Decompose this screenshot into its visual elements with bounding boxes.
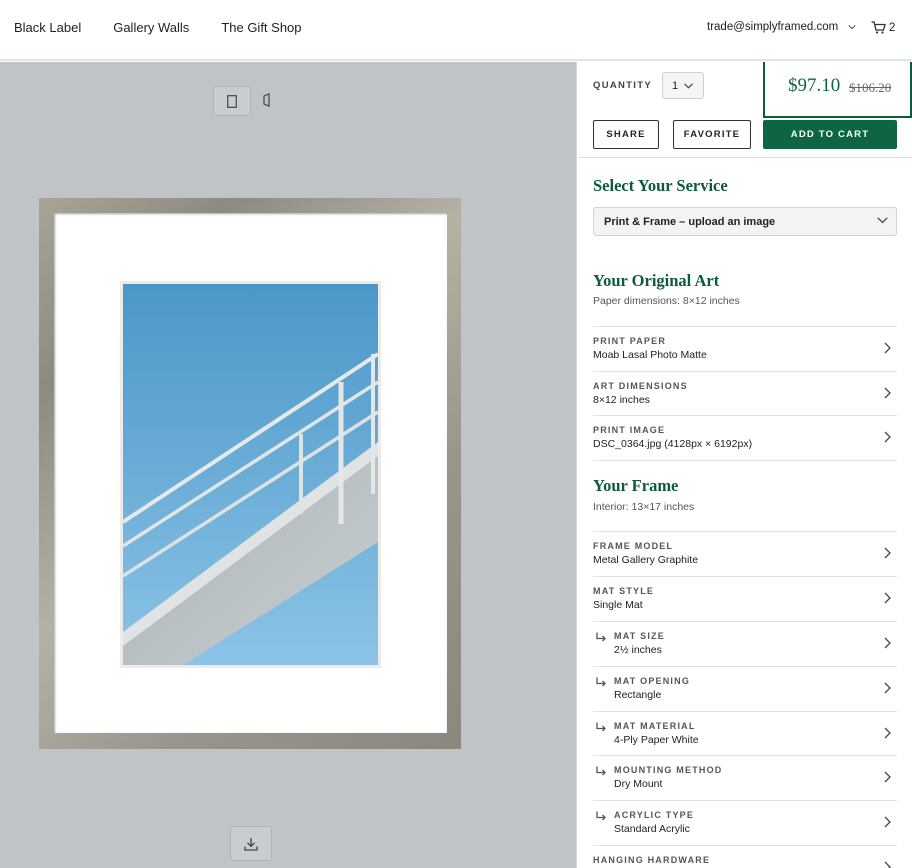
option-value: Single Mat bbox=[593, 599, 643, 611]
option-value: 8×12 inches bbox=[593, 394, 650, 406]
option-label: ACRYLIC TYPE bbox=[614, 810, 695, 820]
account-menu[interactable]: trade@simplyframed.com bbox=[707, 21, 856, 33]
chevron-right-icon bbox=[884, 547, 891, 559]
picture-frame bbox=[39, 198, 461, 749]
option-value: DSC_0364.jpg (4128px × 6192px) bbox=[593, 438, 753, 450]
option-art-dimensions[interactable]: ART DIMENSIONS 8×12 inches bbox=[593, 371, 897, 416]
option-label: ART DIMENSIONS bbox=[593, 381, 688, 391]
cart-count: 2 bbox=[889, 21, 896, 34]
option-print-paper[interactable]: PRINT PAPER Moab Lasal Photo Matte bbox=[593, 326, 897, 371]
option-mounting-method[interactable]: MOUNTING METHOD Dry Mount bbox=[593, 755, 897, 800]
option-value: Dry Mount bbox=[614, 778, 663, 790]
option-label: PRINT IMAGE bbox=[593, 425, 666, 435]
option-value: 2½ inches bbox=[614, 644, 662, 656]
option-mat-material[interactable]: MAT MATERIAL 4-Ply Paper White bbox=[593, 711, 897, 756]
download-preview-button[interactable] bbox=[230, 826, 272, 861]
original-price: $106.20 bbox=[849, 80, 892, 95]
option-print-image[interactable]: PRINT IMAGE DSC_0364.jpg (4128px × 6192p… bbox=[593, 415, 897, 460]
chevron-down-icon bbox=[684, 82, 694, 89]
option-label: FRAME MODEL bbox=[593, 541, 674, 551]
quantity-value: 1 bbox=[672, 79, 679, 92]
sub-option-arrow-icon bbox=[596, 811, 606, 821]
sub-option-arrow-icon bbox=[596, 632, 606, 642]
option-value: Moab Lasal Photo Matte bbox=[593, 349, 707, 361]
original-art-subtitle: Paper dimensions: 8×12 inches bbox=[593, 295, 740, 307]
sub-option-arrow-icon bbox=[596, 766, 606, 776]
side-view-icon bbox=[263, 92, 270, 108]
nav-link-gift-shop[interactable]: The Gift Shop bbox=[221, 20, 301, 35]
chevron-right-icon bbox=[884, 861, 891, 868]
option-label: MAT MATERIAL bbox=[614, 721, 696, 731]
nav-links: Black Label Gallery Walls The Gift Shop bbox=[14, 20, 302, 35]
portrait-frame-icon bbox=[227, 94, 237, 108]
option-label: MOUNTING METHOD bbox=[614, 765, 723, 775]
service-heading: Select Your Service bbox=[593, 176, 728, 195]
option-mat-opening[interactable]: MAT OPENING Rectangle bbox=[593, 666, 897, 711]
option-frame-model[interactable]: FRAME MODEL Metal Gallery Graphite bbox=[593, 531, 897, 576]
chevron-right-icon bbox=[884, 682, 891, 694]
option-value: Rectangle bbox=[614, 689, 662, 701]
add-to-cart-button[interactable]: ADD TO CART bbox=[763, 120, 897, 149]
option-hanging-hardware[interactable]: HANGING HARDWARE bbox=[593, 845, 897, 868]
service-select[interactable]: Print & Frame – upload an image bbox=[593, 207, 897, 236]
download-icon bbox=[244, 837, 258, 851]
account-email: trade@simplyframed.com bbox=[707, 21, 839, 33]
sub-option-arrow-icon bbox=[596, 722, 606, 732]
chevron-right-icon bbox=[884, 592, 891, 604]
view-side-button[interactable] bbox=[262, 92, 274, 109]
chevron-down-icon bbox=[848, 25, 856, 30]
frame-preview-pane bbox=[0, 62, 577, 868]
chevron-right-icon bbox=[884, 816, 891, 828]
quantity-label: QUANTITY bbox=[593, 80, 652, 91]
option-label: MAT SIZE bbox=[614, 631, 665, 641]
chevron-right-icon bbox=[884, 637, 891, 649]
option-label: HANGING HARDWARE bbox=[593, 855, 711, 865]
option-label: MAT OPENING bbox=[614, 676, 691, 686]
current-price: $97.10 bbox=[788, 75, 841, 96]
service-selected-value: Print & Frame – upload an image bbox=[604, 215, 776, 228]
configuration-panel: QUANTITY 1 $97.10 $106.20 SHARE FAVORITE… bbox=[578, 62, 912, 868]
option-mat-size[interactable]: MAT SIZE 2½ inches bbox=[593, 621, 897, 666]
share-button[interactable]: SHARE bbox=[593, 120, 659, 149]
original-art-heading: Your Original Art bbox=[593, 271, 720, 290]
top-nav: Black Label Gallery Walls The Gift Shop … bbox=[0, 0, 912, 61]
section-divider bbox=[593, 460, 897, 461]
frame-subtitle: Interior: 13×17 inches bbox=[593, 501, 695, 513]
chevron-down-icon bbox=[877, 217, 888, 224]
favorite-button[interactable]: FAVORITE bbox=[673, 120, 751, 149]
option-label: PRINT PAPER bbox=[593, 336, 667, 346]
cart-icon bbox=[871, 21, 886, 34]
chevron-right-icon bbox=[884, 387, 891, 399]
panel-divider bbox=[578, 157, 912, 158]
chevron-right-icon bbox=[884, 771, 891, 783]
artwork-image bbox=[120, 281, 381, 668]
option-value: Metal Gallery Graphite bbox=[593, 554, 699, 566]
frame-heading: Your Frame bbox=[593, 476, 679, 495]
option-acrylic-type[interactable]: ACRYLIC TYPE Standard Acrylic bbox=[593, 800, 897, 845]
chevron-right-icon bbox=[884, 727, 891, 739]
cart-button[interactable]: 2 bbox=[871, 21, 895, 34]
option-label: MAT STYLE bbox=[593, 586, 655, 596]
option-value: Standard Acrylic bbox=[614, 823, 690, 835]
chevron-right-icon bbox=[884, 342, 891, 354]
chevron-right-icon bbox=[884, 431, 891, 443]
view-front-button[interactable] bbox=[213, 86, 251, 116]
option-mat-style[interactable]: MAT STYLE Single Mat bbox=[593, 576, 897, 621]
quantity-select[interactable]: 1 bbox=[662, 72, 704, 99]
option-value: 4-Ply Paper White bbox=[614, 734, 699, 746]
stair-railing-photo bbox=[123, 284, 378, 665]
sub-option-arrow-icon bbox=[596, 677, 606, 687]
nav-link-gallery-walls[interactable]: Gallery Walls bbox=[113, 20, 189, 35]
nav-link-black-label[interactable]: Black Label bbox=[14, 20, 81, 35]
mat-board bbox=[54, 213, 447, 733]
